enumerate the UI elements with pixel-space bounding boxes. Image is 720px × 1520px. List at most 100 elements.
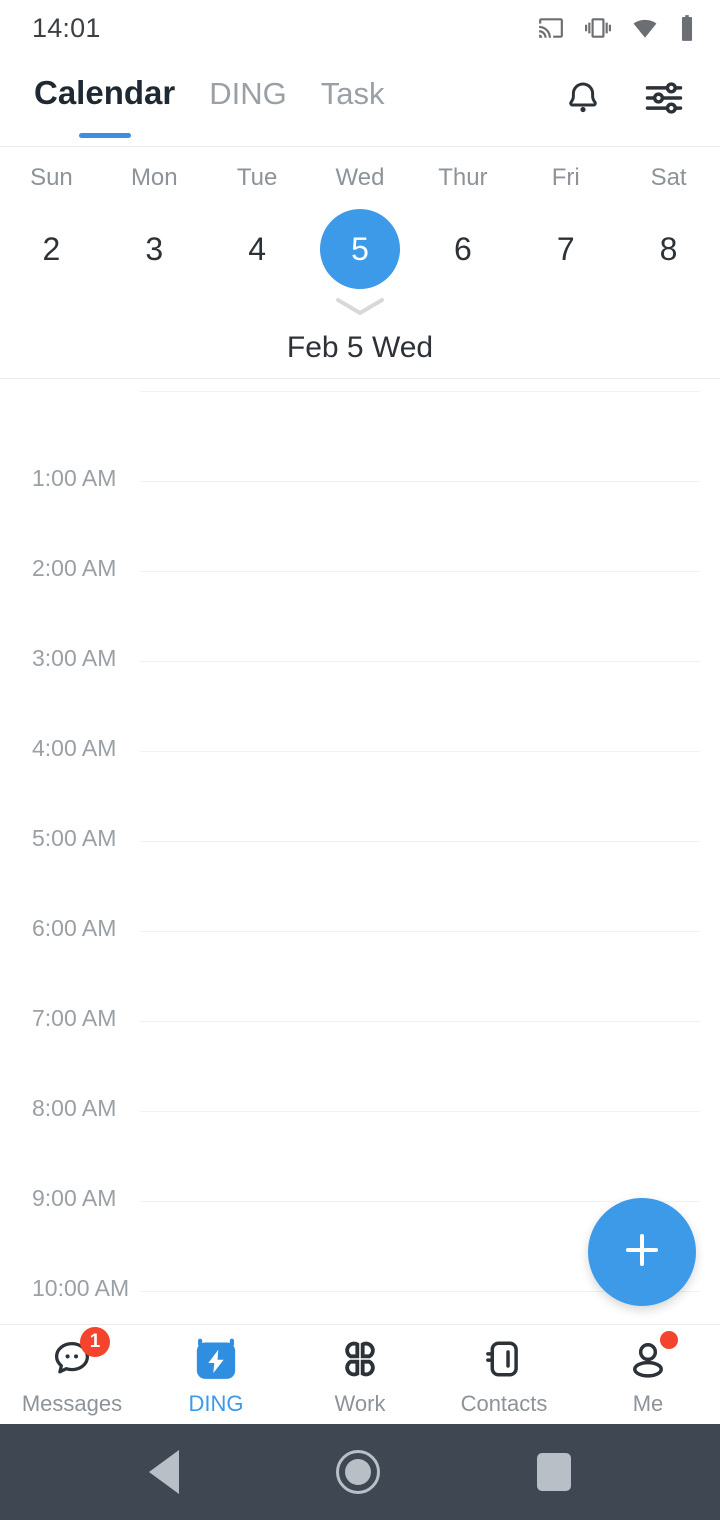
hour-gridline <box>140 841 700 842</box>
schedule-hour-rows: 1:00 AM 2:00 AM 3:00 AM 4:00 AM 5:00 AM … <box>0 379 720 1324</box>
hour-row-1am: 1:00 AM <box>0 465 720 491</box>
notification-bell-icon[interactable] <box>562 76 604 120</box>
nav-item-me[interactable]: Me <box>576 1325 720 1424</box>
hour-row-8am: 8:00 AM <box>0 1095 720 1121</box>
system-navigation-bar <box>0 1424 720 1520</box>
hour-row-7am: 7:00 AM <box>0 1005 720 1031</box>
tab-task-label: Task <box>320 76 385 111</box>
nav-item-work[interactable]: Work <box>288 1325 432 1424</box>
dow-label: Sat <box>650 164 687 191</box>
vibrate-icon <box>584 15 612 41</box>
recents-square-icon <box>537 1453 572 1491</box>
chat-bubble-icon: 1 <box>46 1327 110 1385</box>
cast-icon <box>536 15 566 41</box>
dow-label: Fri <box>551 164 580 191</box>
hour-row-4am: 4:00 AM <box>0 735 720 761</box>
app-root: 14:01 Calendar DING Task Sun 2 Mon 3 Tue… <box>0 0 720 1520</box>
hour-gridline <box>140 571 700 572</box>
filter-sliders-icon[interactable] <box>642 76 686 120</box>
hour-row-3am: 3:00 AM <box>0 645 720 671</box>
dow-label: Thur <box>438 164 488 191</box>
day-number: 4 <box>248 231 267 267</box>
hour-gridline <box>140 481 700 482</box>
create-event-fab[interactable] <box>588 1198 696 1306</box>
status-bar: 14:01 <box>0 0 720 56</box>
hour-label: 1:00 AM <box>32 465 117 491</box>
hour-gridline <box>140 751 700 752</box>
dow-label: Wed <box>335 164 385 191</box>
week-day-mon[interactable]: Mon 3 <box>103 161 206 289</box>
me-badge-dot <box>660 1331 678 1349</box>
hour-label: 6:00 AM <box>32 915 117 941</box>
address-book-icon <box>478 1333 530 1385</box>
hour-row-5am: 5:00 AM <box>0 825 720 851</box>
tab-list: Calendar DING Task <box>34 74 384 116</box>
hour-label: 9:00 AM <box>32 1185 117 1211</box>
hour-label: 2:00 AM <box>32 555 117 581</box>
day-number: 2 <box>42 231 61 267</box>
hour-row-2am: 2:00 AM <box>0 555 720 581</box>
week-day-sat[interactable]: Sat 8 <box>617 161 720 289</box>
day-number: 8 <box>659 231 678 267</box>
nav-item-contacts[interactable]: Contacts <box>432 1325 576 1424</box>
tab-task[interactable]: Task <box>321 76 385 116</box>
dow-label: Tue <box>236 164 278 191</box>
day-schedule-grid[interactable]: 1:00 AM 2:00 AM 3:00 AM 4:00 AM 5:00 AM … <box>0 379 720 1324</box>
hour-row-top <box>0 391 720 392</box>
tab-ding-label: DING <box>209 76 287 111</box>
week-day-wed[interactable]: Wed 5 <box>309 161 412 289</box>
top-app-bar: Calendar DING Task <box>0 56 720 146</box>
hour-gridline <box>140 1111 700 1112</box>
week-strip: Sun 2 Mon 3 Tue 4 Wed 5 Thur 6 Fri 7 Sat… <box>0 147 720 378</box>
hour-gridline <box>140 1021 700 1022</box>
chevron-down-icon[interactable] <box>332 294 388 325</box>
back-triangle-icon <box>148 1450 179 1494</box>
tab-calendar[interactable]: Calendar <box>34 74 175 116</box>
selected-date-label: Feb 5 Wed <box>286 331 434 364</box>
nav-item-ding[interactable]: DING <box>144 1325 288 1424</box>
nav-label-contacts: Contacts <box>460 1391 548 1416</box>
nav-label-ding: DING <box>188 1391 244 1416</box>
back-button[interactable] <box>148 1450 179 1494</box>
week-day-sun[interactable]: Sun 2 <box>0 161 103 289</box>
hour-label: 8:00 AM <box>32 1095 117 1121</box>
top-app-bar-actions <box>562 74 698 120</box>
home-circle-icon <box>335 1450 380 1494</box>
ding-lightning-icon <box>190 1333 242 1385</box>
hour-gridline <box>140 391 700 392</box>
status-clock: 14:01 <box>32 12 101 43</box>
hour-label: 4:00 AM <box>32 735 117 761</box>
wifi-icon <box>630 15 660 41</box>
day-number: 6 <box>453 231 472 267</box>
hour-label: 3:00 AM <box>32 645 117 671</box>
nav-label-work: Work <box>334 1391 386 1416</box>
nav-label-me: Me <box>632 1391 664 1416</box>
status-icon-tray <box>536 14 696 42</box>
messages-badge: 1 <box>80 1327 110 1357</box>
tab-calendar-label: Calendar <box>34 74 176 111</box>
week-day-fri[interactable]: Fri 7 <box>514 161 617 289</box>
person-icon <box>622 1331 678 1385</box>
plus-icon <box>618 1226 666 1279</box>
hour-gridline <box>140 1201 700 1202</box>
hour-gridline <box>140 661 700 662</box>
week-days-row: Sun 2 Mon 3 Tue 4 Wed 5 Thur 6 Fri 7 Sat… <box>0 161 720 289</box>
week-day-tue[interactable]: Tue 4 <box>206 161 309 289</box>
hour-gridline <box>140 931 700 932</box>
day-number: 3 <box>145 231 164 267</box>
recents-button[interactable] <box>537 1453 572 1491</box>
battery-icon <box>678 14 696 42</box>
tab-ding[interactable]: DING <box>209 76 287 116</box>
day-number-selected: 5 <box>320 209 400 289</box>
home-button[interactable] <box>335 1450 380 1494</box>
week-day-thur[interactable]: Thur 6 <box>411 161 514 289</box>
grid-apps-icon <box>334 1333 386 1385</box>
hour-label: 5:00 AM <box>32 825 117 851</box>
bottom-navigation: 1 Messages DING Work Contacts Me <box>0 1324 720 1424</box>
nav-label-messages: Messages <box>21 1391 123 1416</box>
hour-label: 7:00 AM <box>32 1005 117 1031</box>
day-number: 7 <box>556 231 575 267</box>
dow-label: Sun <box>30 164 73 191</box>
nav-item-messages[interactable]: 1 Messages <box>0 1325 144 1424</box>
hour-row-6am: 6:00 AM <box>0 915 720 941</box>
